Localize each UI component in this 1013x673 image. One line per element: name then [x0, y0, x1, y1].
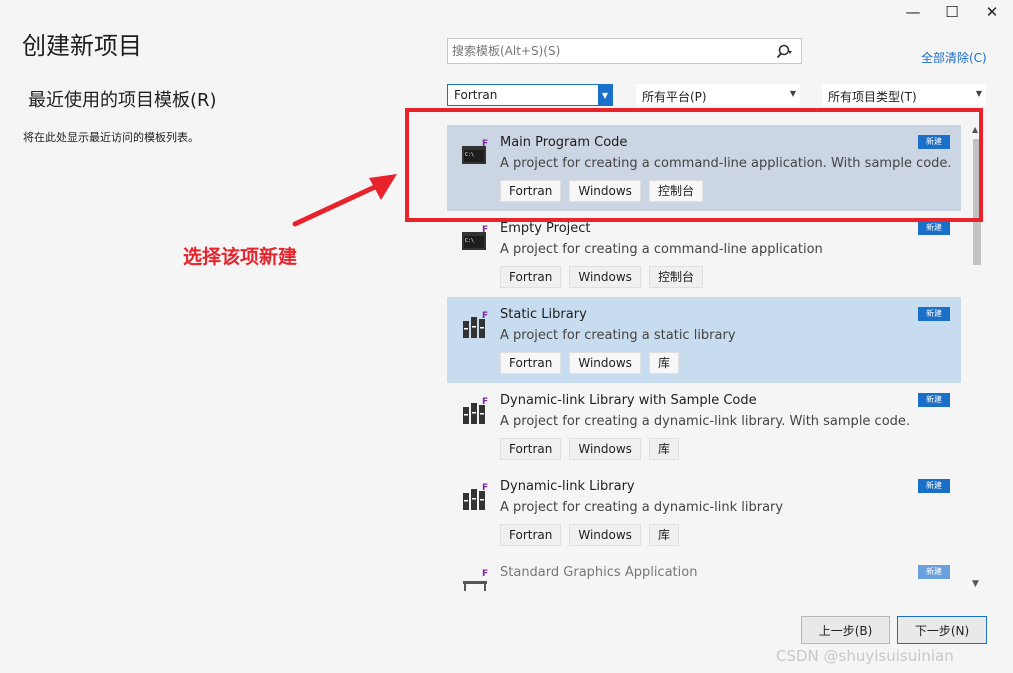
close-button[interactable]: ✕ [972, 0, 1012, 24]
template-name: Empty Project [500, 221, 591, 236]
tag-type: 库 [648, 524, 679, 546]
search-box[interactable] [447, 38, 802, 64]
template-item-standard-graphics[interactable]: F Standard Graphics Application 新建 [447, 555, 961, 591]
close-icon: ✕ [985, 3, 999, 21]
template-item-dll[interactable]: F Dynamic-link Library A project for cre… [447, 469, 961, 555]
minimize-button[interactable]: — [893, 0, 933, 24]
project-type-filter-value: 所有项目类型(T) [828, 90, 917, 104]
annotation-arrow-icon [292, 174, 397, 227]
svg-text:F: F [482, 483, 488, 493]
svg-text:F: F [482, 569, 488, 579]
language-filter-value: Fortran [454, 88, 498, 102]
template-description: A project for creating a dynamic-link li… [500, 500, 784, 515]
tag-type: 控制台 [648, 266, 703, 288]
graphics-app-icon: F [463, 569, 488, 591]
search-icon[interactable] [775, 43, 793, 61]
language-filter[interactable]: Fortran ▼ [447, 84, 613, 106]
tag-language: Fortran [500, 524, 562, 546]
recent-templates-heading: 最近使用的项目模板(R) [28, 90, 217, 111]
new-badge: 新建 [918, 393, 950, 407]
annotation-highlight-box [405, 108, 983, 222]
annotation-text: 选择该项新建 [183, 246, 298, 268]
clear-all-link[interactable]: 全部清除(C) [921, 49, 987, 66]
svg-text:C:\: C:\ [465, 238, 474, 244]
template-description: A project for creating a static library [500, 328, 736, 343]
project-type-filter[interactable]: 所有项目类型(T) ▼ [822, 84, 986, 106]
tag-language: Fortran [500, 438, 562, 460]
library-icon: F [463, 311, 488, 338]
template-name: Static Library [500, 307, 587, 322]
maximize-icon: ☐ [945, 3, 959, 21]
tag-type: 库 [648, 352, 679, 374]
template-description: A project for creating a dynamic-link li… [500, 414, 911, 429]
new-badge: 新建 [918, 565, 950, 579]
template-name: Standard Graphics Application [500, 565, 698, 580]
new-badge: 新建 [918, 479, 950, 493]
recent-templates-empty-text: 将在此处显示最近访问的模板列表。 [23, 131, 199, 144]
next-button[interactable]: 下一步(N) [897, 616, 987, 644]
new-badge: 新建 [918, 307, 950, 321]
template-description: A project for creating a command-line ap… [500, 242, 823, 257]
svg-text:F: F [482, 311, 488, 321]
chevron-down-icon: ▼ [598, 85, 612, 105]
library-icon: F [463, 483, 488, 510]
platform-filter[interactable]: 所有平台(P) ▼ [636, 84, 800, 106]
maximize-button[interactable]: ☐ [932, 0, 972, 24]
tag-platform: Windows [569, 266, 641, 288]
tag-platform: Windows [569, 438, 641, 460]
template-item-empty-project[interactable]: C:\ F Empty Project A project for creati… [447, 211, 961, 297]
console-app-icon: C:\ F [462, 225, 488, 250]
back-button[interactable]: 上一步(B) [801, 616, 890, 644]
scroll-down-icon[interactable]: ▼ [972, 579, 979, 589]
template-name: Dynamic-link Library [500, 479, 635, 494]
new-badge: 新建 [918, 221, 950, 235]
tag-platform: Windows [569, 352, 641, 374]
tag-type: 库 [648, 438, 679, 460]
svg-text:F: F [482, 397, 488, 407]
svg-text:F: F [482, 225, 488, 235]
page-title: 创建新项目 [22, 32, 142, 60]
chevron-down-icon: ▼ [789, 89, 796, 98]
watermark: CSDN @shuyisuisuinian [776, 647, 954, 665]
tag-platform: Windows [569, 524, 641, 546]
tag-language: Fortran [500, 352, 562, 374]
library-icon: F [463, 397, 488, 424]
template-item-static-library[interactable]: F Static Library A project for creating … [447, 297, 961, 383]
template-item-dll-sample[interactable]: F Dynamic-link Library with Sample Code … [447, 383, 961, 469]
template-name: Dynamic-link Library with Sample Code [500, 393, 757, 408]
platform-filter-value: 所有平台(P) [642, 90, 707, 104]
minimize-icon: — [905, 3, 921, 21]
tag-language: Fortran [500, 266, 562, 288]
search-input[interactable] [452, 42, 762, 60]
chevron-down-icon: ▼ [975, 89, 982, 98]
